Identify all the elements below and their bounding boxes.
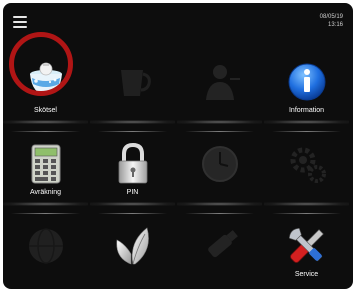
- tile-globe: [3, 220, 88, 289]
- calculator-icon: [22, 142, 70, 186]
- date-text: 08/05/19: [319, 14, 343, 20]
- tile-service[interactable]: Service: [264, 220, 349, 289]
- time-text: 13:16: [327, 21, 343, 28]
- tile-avrakning[interactable]: Avräkning: [3, 138, 88, 214]
- padlock-icon: [109, 142, 157, 186]
- tile-glow: [90, 202, 175, 206]
- tile-divider: [272, 213, 341, 214]
- hamburger-menu-icon[interactable]: [13, 16, 27, 30]
- tile-label: PIN: [126, 189, 139, 196]
- wrench-screwdriver-icon: [283, 224, 331, 268]
- leaves-icon: [109, 224, 157, 268]
- tile-label: Skötsel: [34, 107, 57, 114]
- info-icon: [283, 60, 331, 104]
- tile-divider: [98, 213, 167, 214]
- tile-glow: [177, 120, 262, 124]
- tile-cup: [90, 56, 175, 132]
- tile-glow: [177, 202, 262, 206]
- menu-grid: Skötsel Information Avräkning PIN Servic…: [3, 32, 353, 289]
- tile-glow: [3, 120, 88, 124]
- tile-system: [264, 138, 349, 214]
- tile-pin[interactable]: PIN: [90, 138, 175, 214]
- tile-eco-mode[interactable]: [90, 220, 175, 289]
- tile-divider: [11, 213, 80, 214]
- cup-icon: [109, 60, 157, 104]
- tile-label: Information: [288, 107, 325, 114]
- tile-divider: [185, 213, 254, 214]
- touch-screen: 08/05/19 13:16 Skötsel Information Avräk…: [3, 3, 353, 289]
- tile-glow: [264, 120, 349, 124]
- tile-glow: [264, 202, 349, 206]
- clock-icon: [196, 142, 244, 186]
- tile-information[interactable]: Information: [264, 56, 349, 132]
- tile-glow: [90, 120, 175, 124]
- usb-stick-icon: [196, 224, 244, 268]
- tile-clock: [177, 138, 262, 214]
- waiter-icon: [196, 60, 244, 104]
- tile-divider: [98, 131, 167, 132]
- tile-label: Service: [294, 271, 319, 278]
- tile-divider: [272, 131, 341, 132]
- tile-glow: [3, 202, 88, 206]
- date-time: 08/05/19 13:16: [320, 14, 343, 29]
- tile-label: Avräkning: [29, 189, 61, 196]
- globe-icon: [22, 224, 70, 268]
- gears-icon: [283, 142, 331, 186]
- highlight-circle: [9, 32, 73, 96]
- tile-divider: [185, 131, 254, 132]
- tile-waiter: [177, 56, 262, 132]
- tile-divider: [11, 131, 80, 132]
- tile-usb: [177, 220, 262, 289]
